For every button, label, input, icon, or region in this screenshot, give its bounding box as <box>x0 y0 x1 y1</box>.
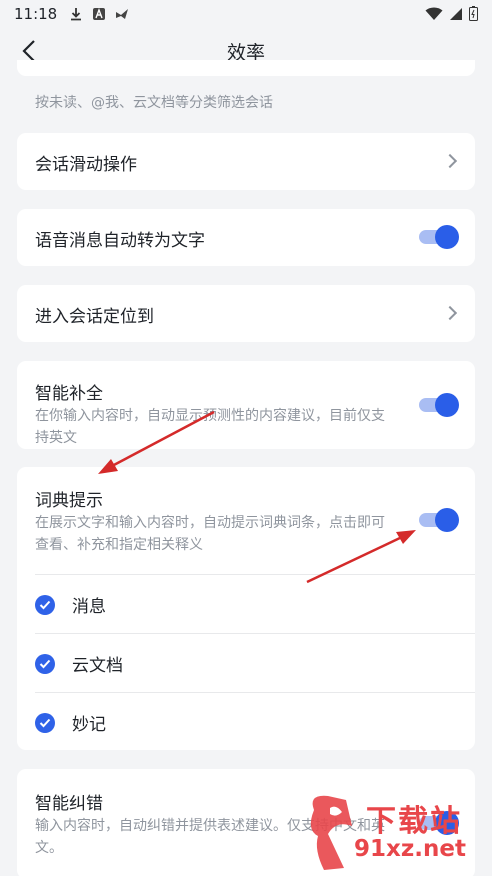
dictionary-option-minutes[interactable]: 妙记 <box>17 693 475 752</box>
dictionary-hint-toggle[interactable] <box>417 508 459 532</box>
notification-icons <box>69 7 129 21</box>
toggle-knob <box>435 225 459 249</box>
setting-title: 词典提示 <box>35 491 103 511</box>
toggle-knob <box>435 393 459 417</box>
chevron-right-icon <box>442 153 458 169</box>
setting-title: 智能补全 <box>35 384 103 404</box>
status-time: 11:18 <box>14 5 58 23</box>
watermark-text-top: 下载站 <box>366 804 462 839</box>
watermark-text-bottom: 91xz.net <box>354 836 466 862</box>
setting-description: 在展示文字和输入内容时，自动提示词典词条，点击即可查看、补充和指定相关释义 <box>35 515 385 553</box>
chevron-right-icon <box>442 305 458 321</box>
option-label: 消息 <box>72 597 106 617</box>
checkbox-checked-icon <box>35 594 55 615</box>
setting-enter-chat-position[interactable]: 进入会话定位到 <box>17 285 475 342</box>
setting-description: 在你输入内容时，自动显示预测性的内容建议，目前仅支持英文 <box>35 408 385 446</box>
dictionary-option-messages[interactable]: 消息 <box>17 575 475 634</box>
setting-title: 进入会话定位到 <box>35 307 154 327</box>
app-a-icon <box>93 8 106 20</box>
setting-title: 智能纠错 <box>35 794 103 814</box>
option-label: 妙记 <box>72 715 106 735</box>
wifi-icon <box>425 7 443 20</box>
setting-swipe-actions[interactable]: 会话滑动操作 <box>17 133 475 190</box>
setting-title: 语音消息自动转为文字 <box>35 231 205 251</box>
setting-smart-complete: 智能补全 在你输入内容时，自动显示预测性的内容建议，目前仅支持英文 <box>17 361 475 449</box>
option-label: 云文档 <box>72 656 123 676</box>
voice-to-text-toggle[interactable] <box>417 225 459 249</box>
checkbox-checked-icon <box>35 712 55 733</box>
system-icons <box>425 6 478 21</box>
toggle-knob <box>435 508 459 532</box>
setting-title: 会话滑动操作 <box>35 155 137 175</box>
filter-description: 按未读、@我、云文档等分类筛选会话 <box>35 95 273 111</box>
filter-card-bottom <box>17 60 475 76</box>
battery-icon <box>469 6 478 21</box>
app-bird-icon <box>116 9 129 19</box>
checkbox-checked-icon <box>35 653 55 674</box>
signal-icon <box>450 7 462 20</box>
smart-complete-toggle[interactable] <box>417 393 459 417</box>
setting-dictionary-hint: 词典提示 在展示文字和输入内容时，自动提示词典词条，点击即可查看、补充和指定相关… <box>17 467 475 750</box>
status-bar: 11:18 <box>0 0 492 28</box>
download-icon <box>71 8 82 21</box>
dictionary-option-docs[interactable]: 云文档 <box>17 634 475 693</box>
site-watermark: 下载站 91xz.net <box>306 790 488 874</box>
setting-voice-to-text: 语音消息自动转为文字 <box>17 209 475 266</box>
